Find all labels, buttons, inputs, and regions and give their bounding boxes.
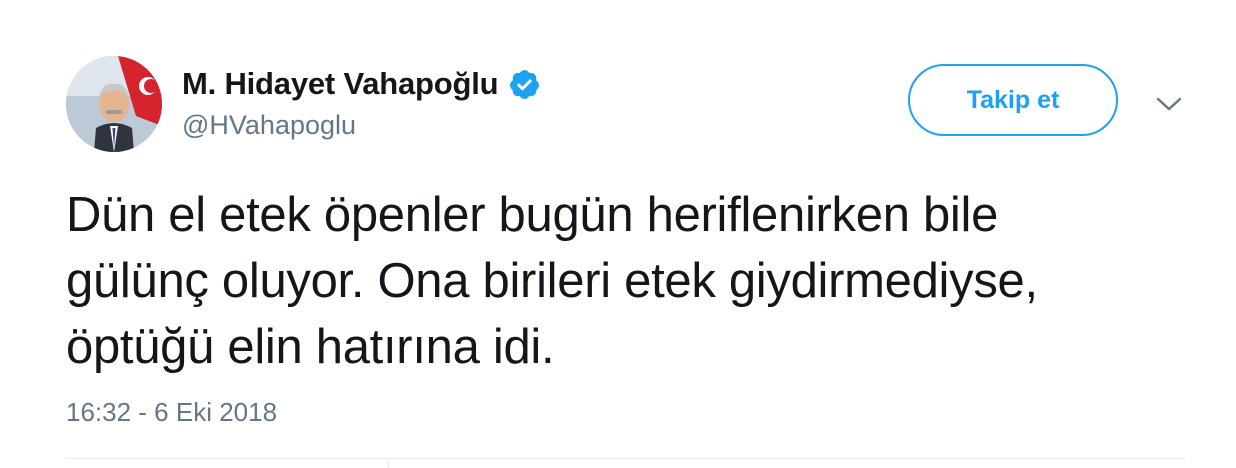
avatar[interactable] [66, 56, 162, 152]
user-handle[interactable]: @HVahapoglu [182, 110, 356, 141]
chevron-down-icon[interactable] [1154, 92, 1184, 116]
tweet-card: M. Hidayet Vahapoğlu @HVahapoglu Takip e… [0, 0, 1236, 468]
divider-tick [388, 458, 389, 468]
display-name[interactable]: M. Hidayet Vahapoğlu [182, 66, 499, 102]
tweet-text: Dün el etek öpenler bugün heriflenirken … [66, 188, 1038, 374]
follow-button[interactable]: Takip et [908, 64, 1118, 136]
verified-badge-icon [508, 68, 541, 101]
tweet-timestamp[interactable]: 16:32 - 6 Eki 2018 [66, 397, 277, 428]
user-name-row[interactable]: M. Hidayet Vahapoğlu [182, 64, 541, 104]
divider [66, 458, 1186, 459]
avatar-photo-icon [66, 56, 162, 152]
